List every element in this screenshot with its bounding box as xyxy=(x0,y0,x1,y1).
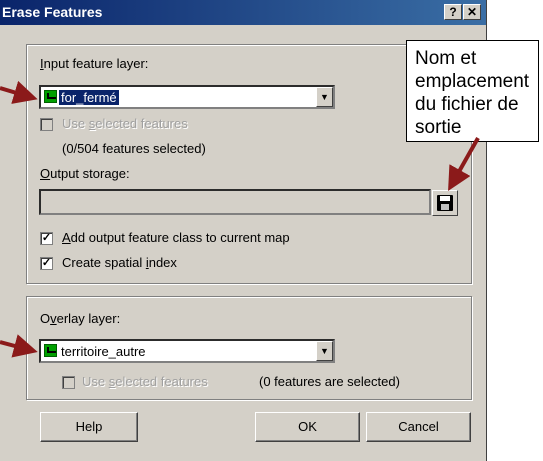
arrow-to-overlay-layer xyxy=(0,334,38,358)
arrow-to-input-layer xyxy=(0,80,38,104)
arrow-to-save-button xyxy=(448,137,480,191)
annotation-arrows xyxy=(0,80,480,358)
